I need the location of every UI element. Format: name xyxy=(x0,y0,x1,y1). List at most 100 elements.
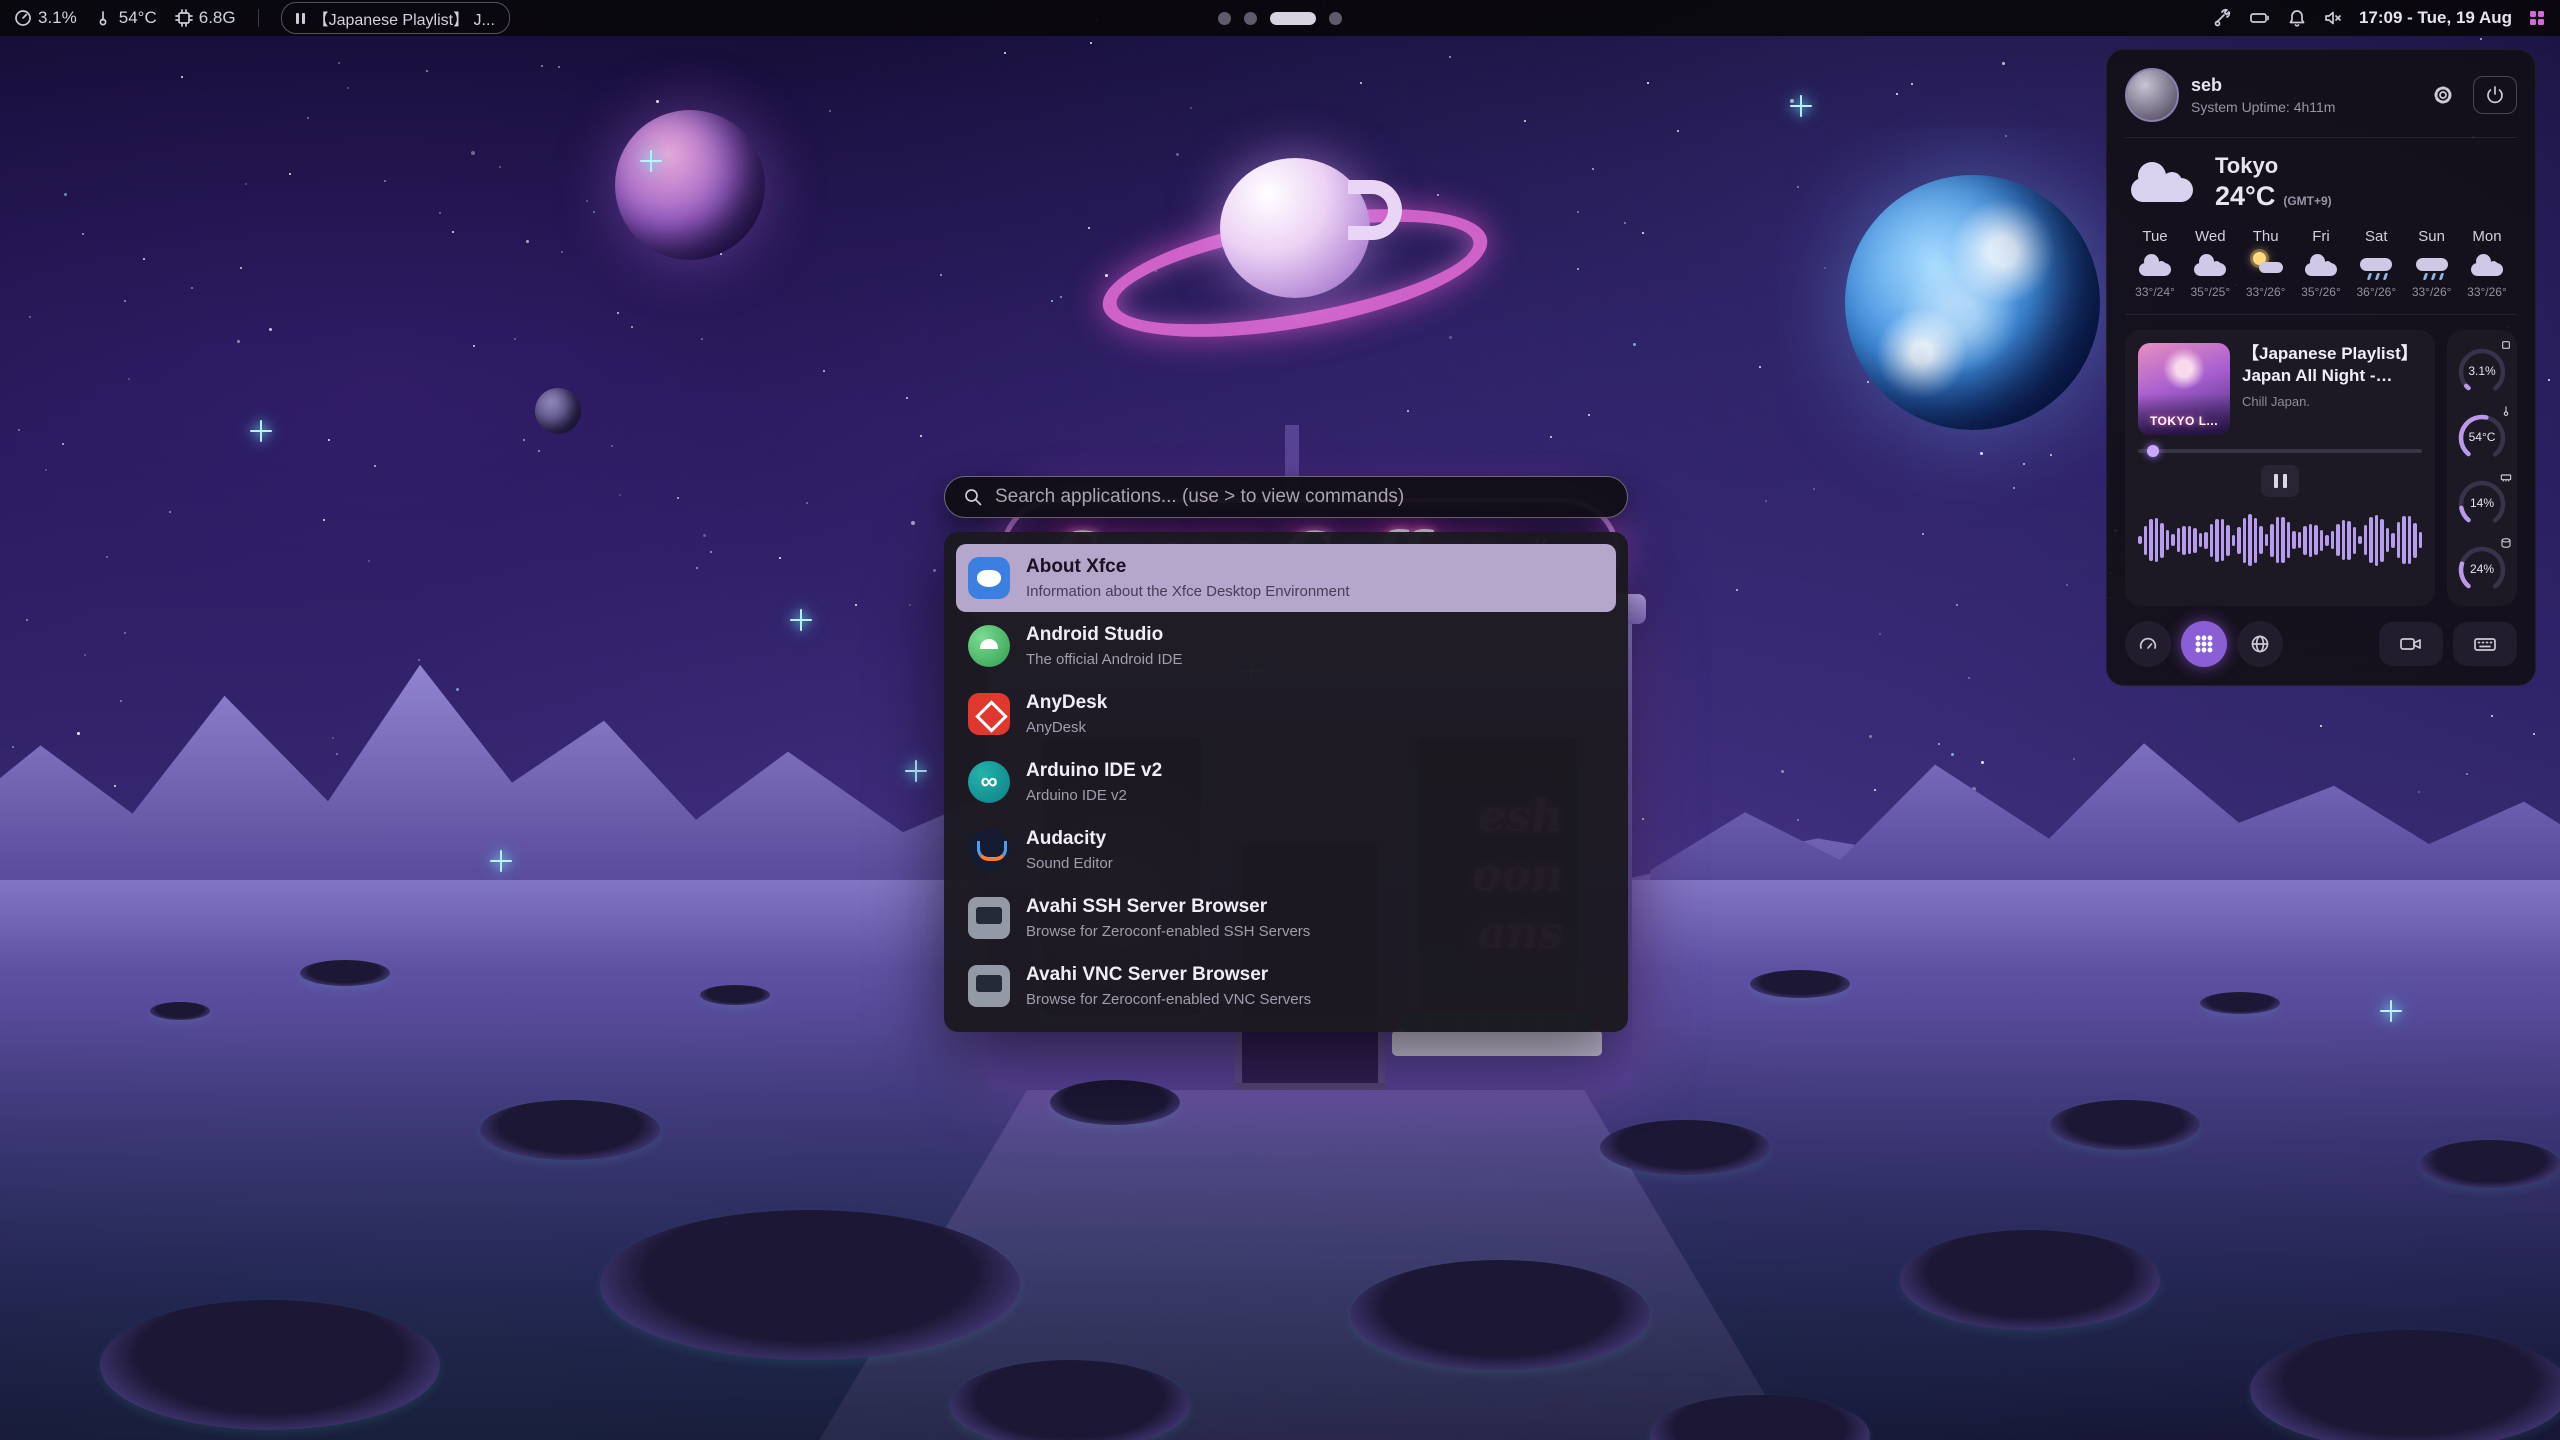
search-input[interactable] xyxy=(995,486,1609,508)
waveform-bar xyxy=(2199,533,2203,547)
now-playing-widget[interactable]: 【Japanese Playlist】 J... xyxy=(281,2,510,34)
star xyxy=(1360,82,1362,84)
power-button[interactable] xyxy=(2473,76,2517,114)
star xyxy=(558,66,560,68)
settings-button[interactable] xyxy=(2425,77,2461,113)
result-arduino-ide[interactable]: Arduino IDE v2 Arduino IDE v2 xyxy=(956,748,1616,816)
result-subtitle: Browse for Zeroconf-enabled VNC Servers xyxy=(1026,990,1311,1010)
forecast-day-label: Thu xyxy=(2253,228,2279,245)
result-anydesk[interactable]: AnyDesk AnyDesk xyxy=(956,680,1616,748)
result-android-studio[interactable]: Android Studio The official Android IDE xyxy=(956,612,1616,680)
star-sparkle xyxy=(2380,1000,2402,1022)
app-grid-icon[interactable] xyxy=(2528,9,2546,27)
forecast-day: Wed 35°/25° xyxy=(2184,228,2236,299)
system-tray: 17:09 - Tue, 19 Aug xyxy=(2213,8,2546,28)
star xyxy=(245,183,247,185)
cpu-usage-stat[interactable]: 3.1% xyxy=(14,8,77,28)
result-audacity[interactable]: Audacity Sound Editor xyxy=(956,816,1616,884)
star xyxy=(1797,819,1799,821)
gear-icon xyxy=(2432,84,2454,106)
weather-temperature: 24°C xyxy=(2215,181,2275,212)
notifications-bell-icon[interactable] xyxy=(2287,8,2307,28)
star xyxy=(2013,487,2015,489)
star xyxy=(1090,42,1092,44)
user-avatar[interactable] xyxy=(2125,68,2179,122)
launcher-search-bar[interactable] xyxy=(944,476,1628,518)
waveform-bar xyxy=(2138,536,2142,544)
battery-icon[interactable] xyxy=(2249,8,2271,28)
star xyxy=(593,211,595,213)
clock[interactable]: 17:09 - Tue, 19 Aug xyxy=(2359,8,2512,28)
star xyxy=(1642,818,1644,820)
star xyxy=(64,193,67,196)
result-subtitle: Browse for Zeroconf-enabled SSH Servers xyxy=(1026,922,1310,942)
star xyxy=(114,785,116,787)
waveform-bar xyxy=(2309,524,2313,557)
star xyxy=(18,429,20,431)
temperature-stat[interactable]: 54°C xyxy=(95,8,157,28)
star xyxy=(1677,130,1679,132)
star xyxy=(336,753,338,755)
star xyxy=(499,166,501,168)
waveform-bar xyxy=(2281,517,2285,563)
star xyxy=(631,326,633,328)
network-button[interactable] xyxy=(2237,621,2283,667)
pause-button[interactable] xyxy=(2261,465,2299,497)
cpu-usage-value: 3.1% xyxy=(38,8,77,28)
crater xyxy=(1050,1080,1180,1125)
star xyxy=(1981,761,1984,764)
star xyxy=(940,274,942,276)
forecast-day-label: Fri xyxy=(2312,228,2330,245)
waveform-bar xyxy=(2369,517,2373,563)
forecast-weather-icon xyxy=(2302,252,2340,278)
apps-grid-button[interactable] xyxy=(2181,621,2227,667)
album-art[interactable]: TOKYO L... xyxy=(2138,343,2230,435)
workspace-dot-3-active[interactable] xyxy=(1270,12,1316,25)
media-player-card: TOKYO L... 【Japanese Playlist】 Japan All… xyxy=(2125,330,2435,606)
screen-record-button[interactable] xyxy=(2379,622,2443,666)
star xyxy=(1642,232,1644,234)
star xyxy=(1824,267,1826,269)
workspace-dot-2[interactable] xyxy=(1244,12,1257,25)
waveform-bar xyxy=(2270,524,2274,557)
result-avahi-vnc[interactable]: Avahi VNC Server Browser Browse for Zero… xyxy=(956,952,1616,1020)
arduino-app-icon xyxy=(968,761,1010,803)
waveform-bar xyxy=(2232,535,2236,546)
performance-button[interactable] xyxy=(2125,621,2171,667)
volume-muted-icon[interactable] xyxy=(2323,8,2343,28)
star xyxy=(1867,381,1869,383)
star xyxy=(933,569,936,572)
progress-handle[interactable] xyxy=(2147,445,2159,457)
waveform-bar xyxy=(2380,519,2384,562)
crater xyxy=(950,1360,1190,1440)
workspace-dot-4[interactable] xyxy=(1329,12,1342,25)
waveform-bar xyxy=(2188,526,2192,554)
waveform-bar xyxy=(2303,526,2307,555)
waveform-bar xyxy=(2248,514,2252,566)
forecast-temps: 35°/25° xyxy=(2191,285,2231,299)
track-progress-bar[interactable] xyxy=(2138,449,2422,453)
crater xyxy=(1600,1120,1770,1175)
keyboard-button[interactable] xyxy=(2453,622,2517,666)
waveform-bar xyxy=(2358,536,2362,544)
temperature-value: 54°C xyxy=(119,8,157,28)
star xyxy=(2320,725,2322,727)
forecast-day: Thu 33°/26° xyxy=(2240,228,2292,299)
launcher-results: About Xfce Information about the Xfce De… xyxy=(944,532,1628,1032)
control-center-panel: seb System Uptime: 4h11m Tokyo 24°C (GMT… xyxy=(2106,49,2536,686)
result-subtitle: Information about the Xfce Desktop Envir… xyxy=(1026,582,1350,602)
forecast-day-label: Sat xyxy=(2365,228,2388,245)
result-avahi-ssh[interactable]: Avahi SSH Server Browser Browse for Zero… xyxy=(956,884,1616,952)
disk-gauge: 24% xyxy=(2454,538,2510,596)
waveform-bar xyxy=(2204,532,2208,549)
result-about-xfce[interactable]: About Xfce Information about the Xfce De… xyxy=(956,544,1616,612)
memory-stat[interactable]: 6.8G xyxy=(175,8,236,28)
crater xyxy=(100,1300,440,1430)
workspace-dot-1[interactable] xyxy=(1218,12,1231,25)
tools-icon[interactable] xyxy=(2213,8,2233,28)
track-artist: Chill Japan. xyxy=(2242,394,2422,409)
star xyxy=(906,397,908,399)
waveform-bar xyxy=(2243,518,2247,563)
forecast-day-label: Wed xyxy=(2195,228,2226,245)
system-uptime: System Uptime: 4h11m xyxy=(2191,99,2413,115)
